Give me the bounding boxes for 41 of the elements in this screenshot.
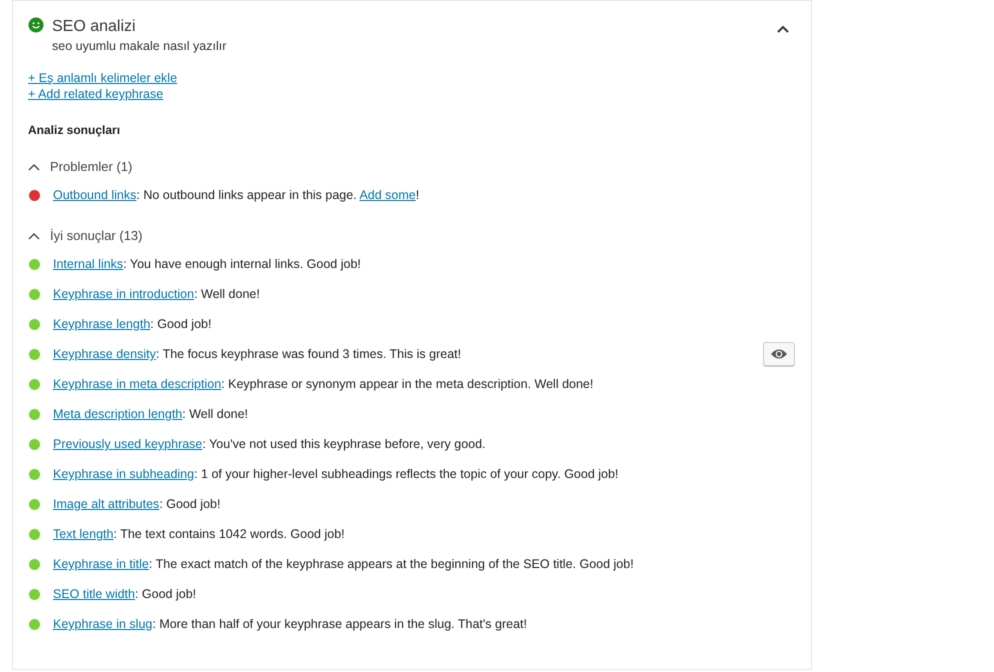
- result-message: Keyphrase in title: The exact match of the keyphrase appears at the beginning of the SEO title. Good job!: [53, 557, 635, 571]
- assessment-link[interactable]: Meta description length: [53, 407, 182, 421]
- caret-icon: [28, 232, 40, 240]
- result-message: Meta description length: Well done!: [53, 407, 250, 421]
- assessment-link[interactable]: Image alt attributes: [53, 497, 160, 511]
- panel-title: SEO analizi: [52, 17, 137, 37]
- result-message: Image alt attributes: Good job!: [53, 497, 222, 511]
- add-keyphrase-link[interactable]: + Eş anlamlı kelimeler ekle: [28, 70, 178, 86]
- focus-keyphrase: seo uyumlu makale nasıl yazılır: [52, 39, 228, 53]
- result-message: Keyphrase density: The focus keyphrase was found 3 times. This is great!: [53, 347, 462, 361]
- result-message: SEO title width: Good job!: [53, 587, 198, 601]
- assessment-link[interactable]: Keyphrase in title: [53, 557, 149, 571]
- caret-icon: [777, 25, 789, 33]
- assessment-link[interactable]: SEO title width: [53, 587, 135, 601]
- result-message: Internal links: You have enough internal links. Good job!: [53, 257, 362, 271]
- group-toggle[interactable]: İyi sonuçlar (13): [28, 228, 795, 243]
- result-message: Outbound links: No outbound links appear in this page. Add some!: [53, 188, 420, 202]
- result-message: Keyphrase in introduction: Well done!: [53, 287, 261, 301]
- result-message: Previously used keyphrase: You've not used this keyphrase before, very good.: [53, 437, 487, 451]
- eye-icon: [770, 348, 788, 360]
- assessment-link[interactable]: Internal links: [53, 257, 124, 271]
- assessment-link[interactable]: Keyphrase in slug: [53, 617, 152, 631]
- result-message: Keyphrase length: Good job!: [53, 317, 212, 331]
- add-keyphrase-link[interactable]: + Add related keyphrase: [28, 86, 164, 102]
- group-toggle[interactable]: Problemler (1): [28, 159, 795, 174]
- assessment-link[interactable]: Keyphrase length: [53, 317, 150, 331]
- assessment-link[interactable]: Keyphrase in introduction: [53, 287, 194, 301]
- results-heading: Analiz sonuçları: [28, 123, 122, 137]
- result-message: Keyphrase in meta description: Keyphrase or synonym appear in the meta description. Well done!: [53, 377, 594, 391]
- assessment-link[interactable]: Previously used keyphrase: [53, 437, 202, 451]
- assessment-link[interactable]: Keyphrase in meta description: [53, 377, 222, 391]
- assessment-link[interactable]: Keyphrase density: [53, 347, 156, 361]
- result-message: Keyphrase in slug: More than half of your keyphrase appears in the slug. That's great!: [53, 617, 528, 631]
- caret-icon: [28, 162, 40, 170]
- result-message: Text length: The text contains 1042 words. Good job!: [53, 527, 346, 541]
- assessment-link[interactable]: Outbound links: [53, 188, 136, 202]
- assessment-link[interactable]: Keyphrase in subheading: [53, 467, 194, 481]
- action-link[interactable]: Add some: [359, 188, 416, 202]
- result-message: Keyphrase in subheading: 1 of your higher-level subheadings reflects the topic of your copy. Good job!: [53, 467, 620, 481]
- assessment-link[interactable]: Text length: [53, 527, 114, 541]
- eye-button[interactable]: [763, 342, 795, 366]
